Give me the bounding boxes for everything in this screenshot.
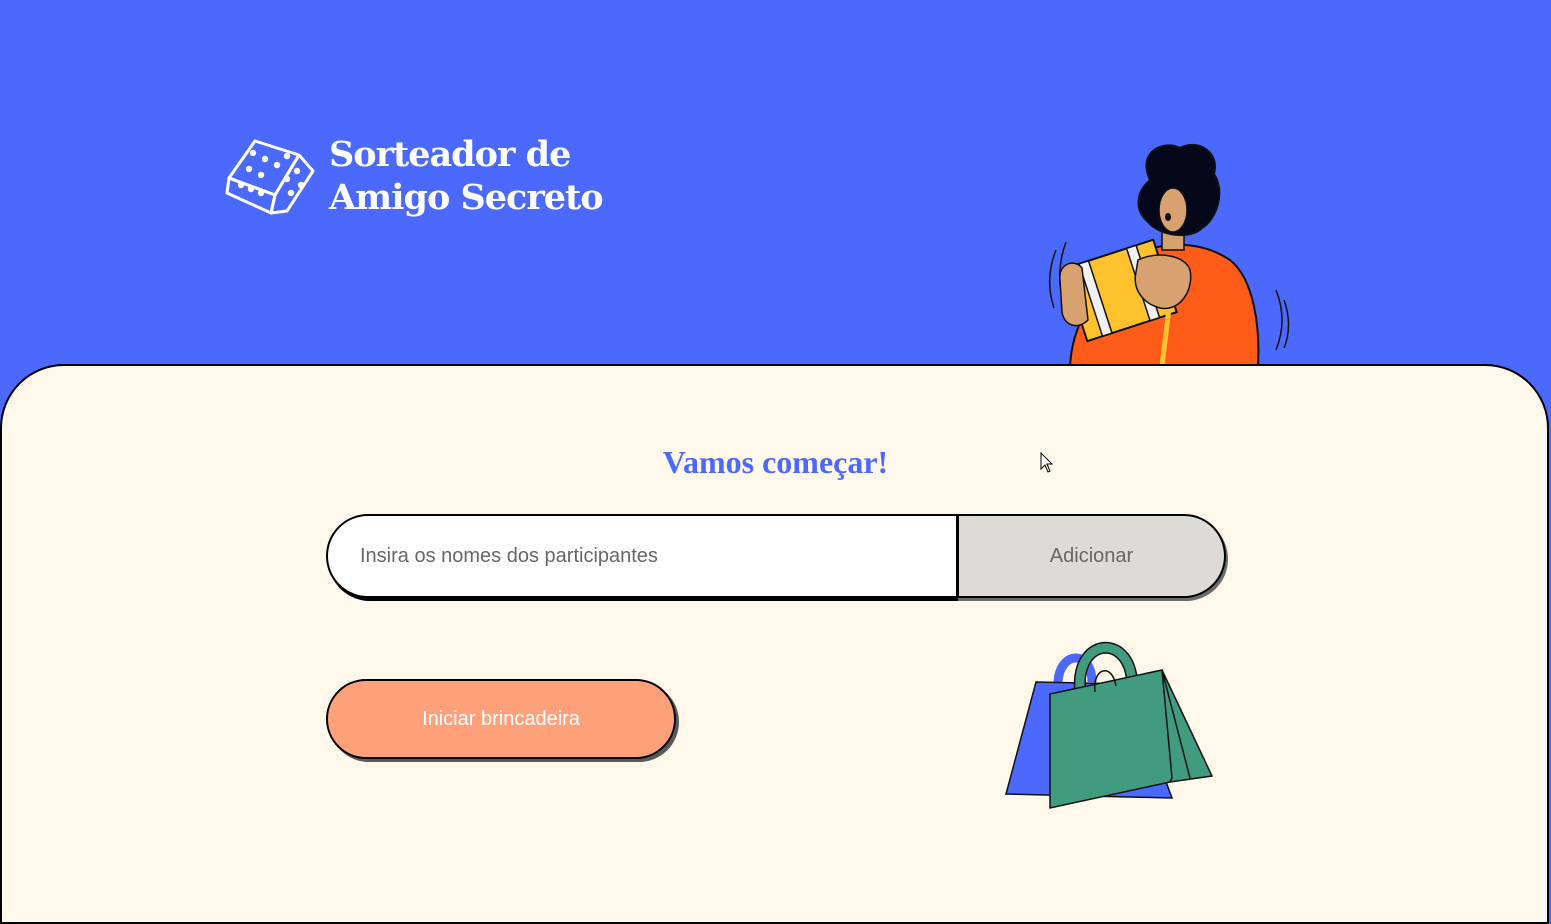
person-holding-gift-illustration <box>1049 143 1290 366</box>
participant-input-group: Adicionar <box>326 514 1229 599</box>
page-title: Vamos começar! <box>662 444 889 480</box>
app-title-line-2: Amigo Secreto <box>329 177 604 218</box>
dice-icon <box>225 139 315 215</box>
app-title-line-1: Sorteador de <box>329 134 571 175</box>
header: Sorteador de Amigo Secreto <box>0 0 1551 380</box>
start-game-button[interactable]: Iniciar brincadeira <box>326 679 676 759</box>
logo: Sorteador de Amigo Secreto <box>225 133 629 219</box>
app-title: Sorteador de Amigo Secreto <box>329 133 629 219</box>
shopping-bags-illustration <box>1005 641 1214 809</box>
participant-name-input[interactable] <box>326 514 958 598</box>
mouse-cursor-icon <box>1040 452 1054 473</box>
add-participant-button[interactable]: Adicionar <box>956 514 1226 598</box>
